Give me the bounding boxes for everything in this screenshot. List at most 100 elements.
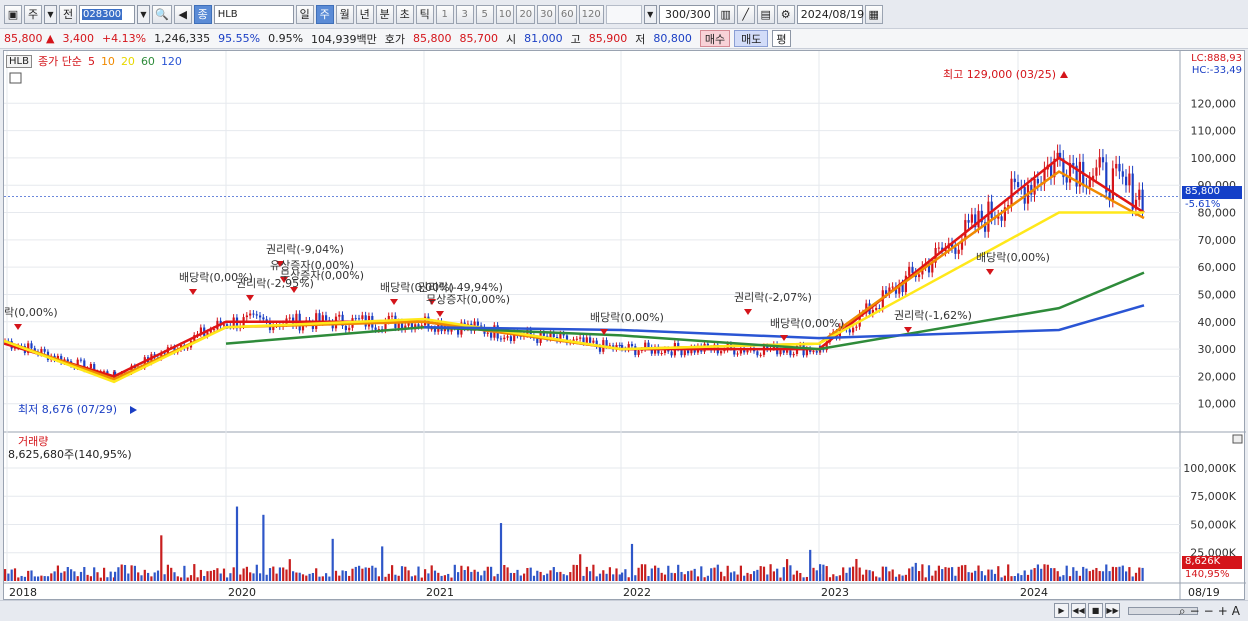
interval-120[interactable]: 120 xyxy=(578,4,604,24)
volume-bar xyxy=(944,567,947,581)
volume-bar xyxy=(1098,571,1101,581)
volume-bar xyxy=(242,568,245,581)
interval-30[interactable]: 30 xyxy=(537,4,556,24)
tab-day[interactable]: 일 xyxy=(295,4,314,24)
interval-20[interactable]: 20 xyxy=(516,4,536,24)
volume-bar xyxy=(226,577,229,581)
high-annotation: 최고 129,000 (03/25) xyxy=(943,68,1056,81)
save-icon[interactable]: ▤ xyxy=(756,4,775,24)
speaker-icon[interactable]: ◀ xyxy=(173,4,192,24)
volume-bar xyxy=(117,567,120,581)
volume-bar xyxy=(1121,565,1124,581)
buy-button[interactable]: 매수 xyxy=(699,30,731,47)
candle-body xyxy=(782,350,785,353)
interval-1[interactable]: 1 xyxy=(435,4,454,24)
date-field[interactable]: 2024/08/19 xyxy=(796,4,864,24)
calendar-icon[interactable]: ▦ xyxy=(864,4,883,24)
tab-week[interactable]: 주 xyxy=(315,4,334,24)
magnifier-icon[interactable]: ⌕ xyxy=(1179,604,1186,619)
tab-tick[interactable]: 틱 xyxy=(415,4,434,24)
tab-year[interactable]: 년 xyxy=(355,4,374,24)
volume-bar xyxy=(43,576,46,581)
volume-bar xyxy=(598,573,602,581)
volume-bar xyxy=(809,549,812,581)
volume-bar xyxy=(278,567,281,581)
tab-minute[interactable]: 분 xyxy=(375,4,394,24)
type-select[interactable]: 전 xyxy=(59,4,77,24)
period-select[interactable]: 주 xyxy=(24,4,42,24)
candle-body xyxy=(618,344,621,346)
volume-bar xyxy=(367,567,371,581)
volume-bar xyxy=(683,574,686,581)
volume-marker: 8,626K xyxy=(1182,556,1242,569)
volume-bar xyxy=(532,575,536,581)
font-size-icon[interactable]: A xyxy=(1232,604,1240,619)
volume-bar xyxy=(977,565,980,581)
draw-tool-icon[interactable]: ╱ xyxy=(736,4,755,24)
interval-10[interactable]: 10 xyxy=(495,4,515,24)
stock-name-field[interactable]: HLB xyxy=(213,4,294,24)
interval-custom-input[interactable] xyxy=(605,4,642,24)
volume-bar xyxy=(1138,567,1141,581)
stock-code-input[interactable]: 028300 xyxy=(79,4,135,24)
volume-bar xyxy=(140,575,143,581)
volume-bar xyxy=(219,573,222,581)
legend-ma-20: 20 xyxy=(120,54,135,68)
volume-bar xyxy=(470,571,473,581)
window-icon[interactable]: ▣ xyxy=(4,4,22,24)
volume-bar xyxy=(410,576,413,581)
event-annotation: 배당락(0,00%) xyxy=(976,251,1050,264)
zoom-out-icon[interactable]: − xyxy=(1190,604,1200,619)
interval-60[interactable]: 60 xyxy=(557,4,577,24)
volume-bar xyxy=(348,575,351,581)
volume-bar xyxy=(1043,564,1046,581)
tab-second[interactable]: 초 xyxy=(395,4,414,24)
volume-bar xyxy=(193,564,196,581)
interval-5[interactable]: 5 xyxy=(475,4,494,24)
code-dropdown-icon[interactable]: ▼ xyxy=(137,4,150,24)
volume-bar xyxy=(325,573,328,581)
volume-bar xyxy=(1020,575,1023,581)
volume-bar xyxy=(914,562,917,581)
chevron-down-icon[interactable]: ▼ xyxy=(44,4,57,24)
interval-dropdown-icon[interactable]: ▼ xyxy=(643,4,657,24)
volume-bar xyxy=(53,571,56,581)
play-icon[interactable]: ▶ xyxy=(1054,603,1069,618)
count-field[interactable]: 300/300 xyxy=(658,4,715,24)
forward-icon[interactable]: ▶▶ xyxy=(1105,603,1120,618)
zoom-line-icon[interactable]: − xyxy=(1204,604,1214,619)
legend-stock-name[interactable]: HLB xyxy=(6,54,32,68)
average-button[interactable]: 평 xyxy=(772,30,791,47)
event-annotation: 배당락(0,00%) xyxy=(590,311,664,324)
volume-bar xyxy=(786,559,789,581)
gear-icon[interactable]: ⚙ xyxy=(776,4,795,24)
candle-type-icon[interactable]: ▥ xyxy=(716,4,735,24)
volume-bar xyxy=(1059,576,1062,581)
price-volume-chart[interactable]: 10,000 20,000 30,000 40,000 50,000 60,000 70,0… xyxy=(3,51,1246,601)
ask-label: 호가 xyxy=(384,32,406,46)
volume-bar xyxy=(885,566,888,581)
candle-body xyxy=(885,290,888,294)
rewind-icon[interactable]: ◀◀ xyxy=(1071,603,1086,618)
volume-bar xyxy=(430,565,433,581)
volume-bar xyxy=(858,567,861,581)
volume-bar xyxy=(753,571,756,581)
interval-3[interactable]: 3 xyxy=(455,4,474,24)
candle-body xyxy=(1141,189,1144,213)
search-icon[interactable]: 🔍 xyxy=(152,4,172,24)
current-price-value: 85,800 xyxy=(4,32,43,45)
stock-type-tag[interactable]: 종 xyxy=(193,4,212,24)
sell-button[interactable]: 매도 xyxy=(734,30,769,47)
stop-icon[interactable]: ■ xyxy=(1088,603,1103,618)
volume-bar xyxy=(516,569,519,581)
volume-bar xyxy=(344,571,347,581)
volume-bar xyxy=(640,564,643,581)
event-marker-icon xyxy=(246,295,254,301)
chart-panel[interactable]: 10,000 20,000 30,000 40,000 50,000 60,000 70,0… xyxy=(3,50,1246,601)
candle-body xyxy=(592,340,595,343)
volume-bar xyxy=(589,571,592,581)
zoom-in-icon[interactable]: + xyxy=(1218,604,1228,619)
volume-bar xyxy=(749,574,752,581)
candle-body xyxy=(325,315,328,321)
tab-month[interactable]: 월 xyxy=(335,4,354,24)
